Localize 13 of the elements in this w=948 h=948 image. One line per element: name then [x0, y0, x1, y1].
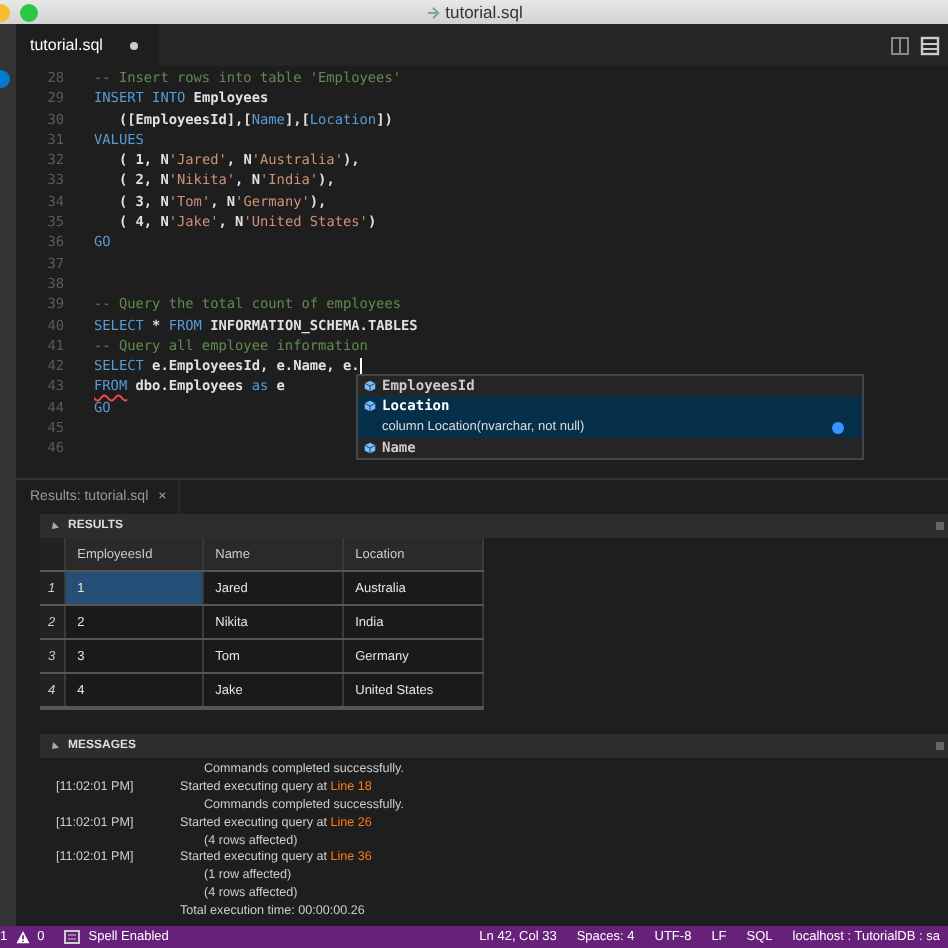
warning-icon[interactable] [15, 930, 30, 944]
editor-tab[interactable]: tutorial.sql [16, 24, 159, 66]
info-icon[interactable] [832, 421, 844, 434]
field-icon [364, 380, 376, 393]
field-icon [364, 400, 376, 413]
window-title: tutorial.sql [445, 2, 523, 22]
field-icon [364, 442, 376, 455]
collapse-icon [49, 521, 59, 531]
collapse-icon [49, 741, 59, 751]
tab-label: tutorial.sql [30, 36, 103, 54]
split-editor-icon[interactable] [890, 35, 910, 55]
panel-layout-icon[interactable] [920, 35, 940, 55]
keyboard-icon [64, 930, 81, 944]
